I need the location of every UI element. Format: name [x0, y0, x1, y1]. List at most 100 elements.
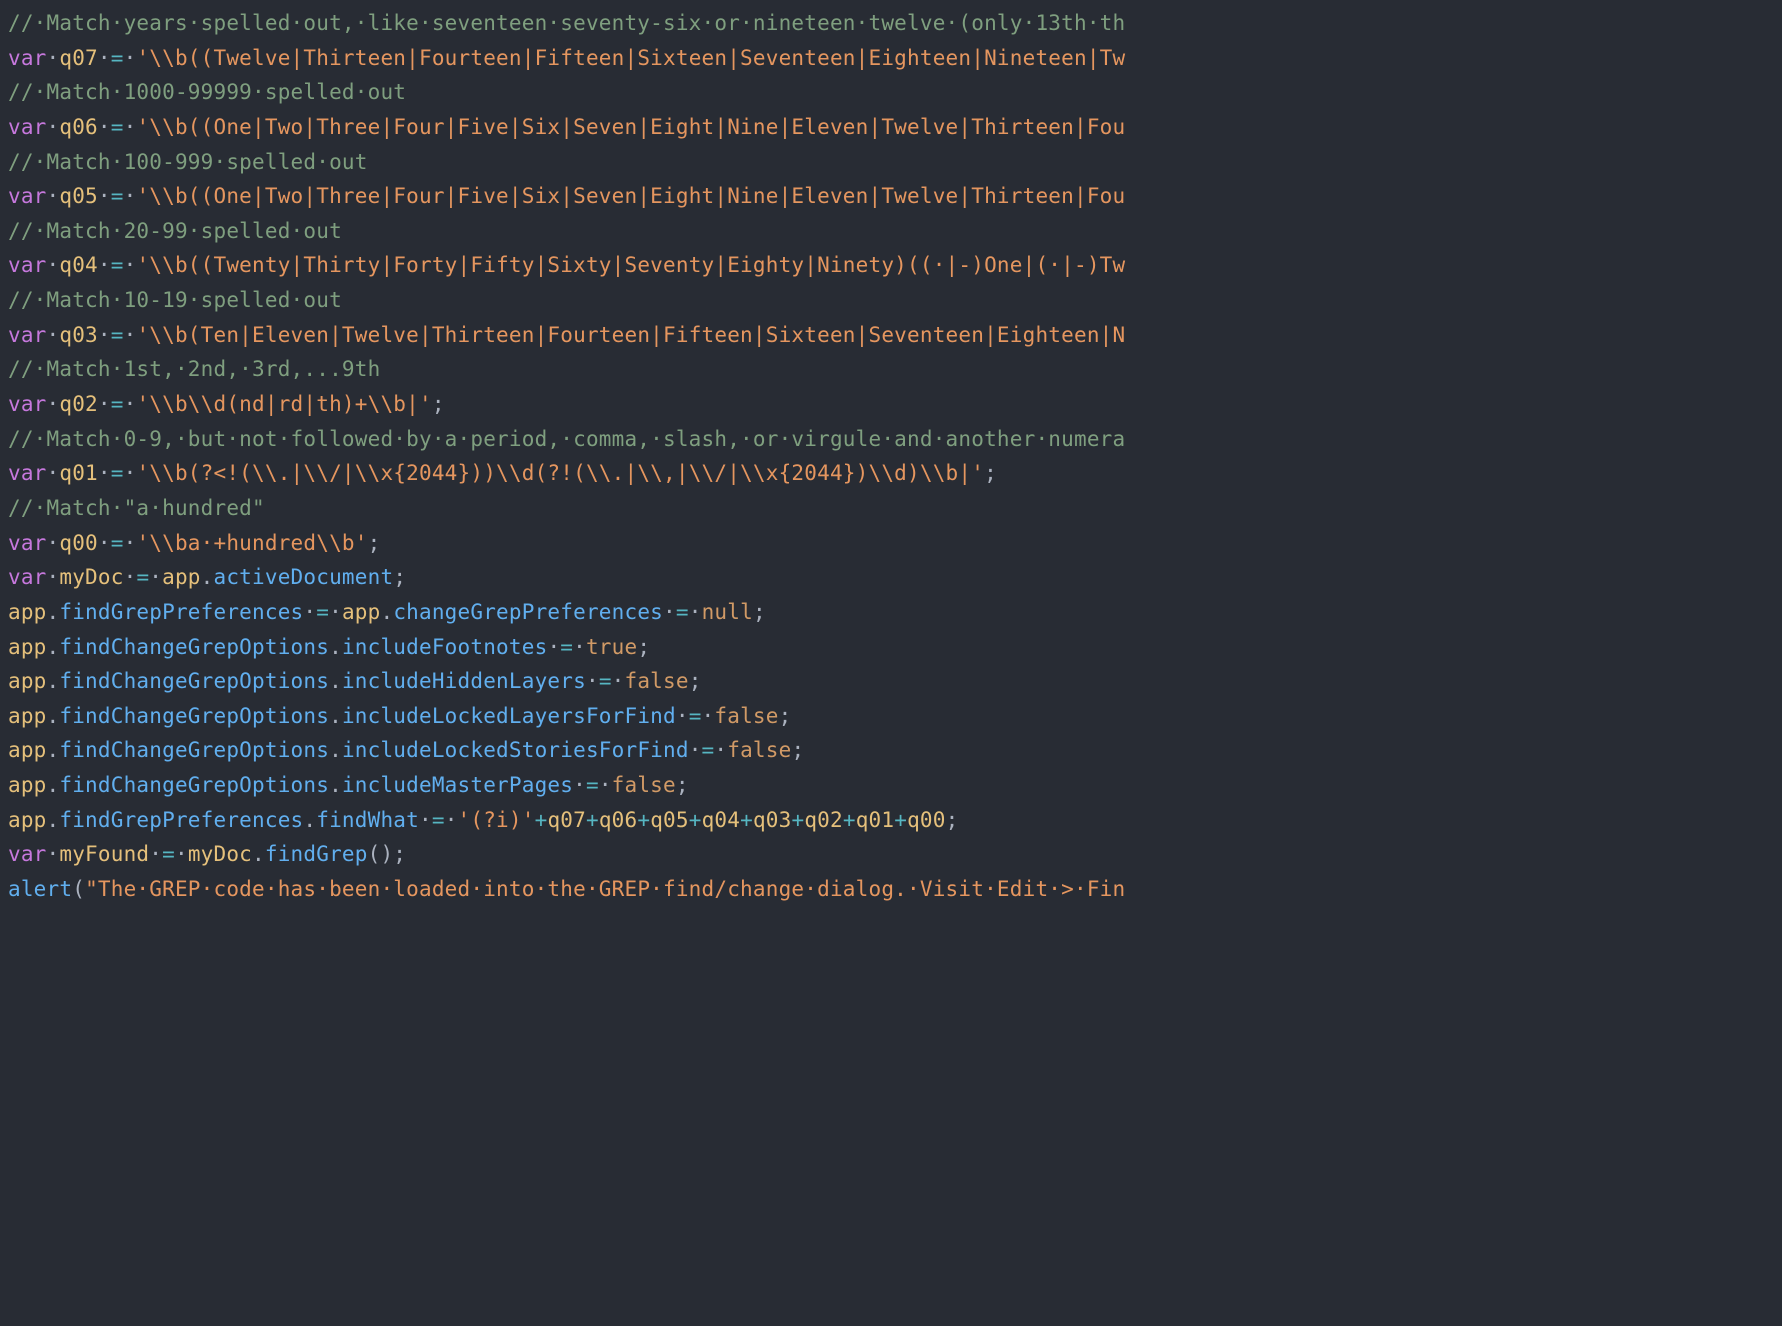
- code-token: ;: [689, 669, 702, 693]
- code-token: .: [329, 704, 342, 728]
- code-line[interactable]: //·Match·1st,·2nd,·3rd,...9th: [8, 352, 1774, 387]
- code-line[interactable]: //·Match·10-19·spelled·out: [8, 283, 1774, 318]
- code-token: ·: [47, 323, 60, 347]
- code-line[interactable]: var·q07·=·'\\b((Twelve|Thirteen|Fourteen…: [8, 41, 1774, 76]
- code-line[interactable]: var·myFound·=·myDoc.findGrep();: [8, 837, 1774, 872]
- code-token: q02: [804, 808, 843, 832]
- code-token: var: [8, 842, 47, 866]
- code-token: app: [162, 565, 201, 589]
- code-token: findGrepPreferences: [59, 808, 303, 832]
- code-token: .: [47, 808, 60, 832]
- code-token: //·Match·10-19·spelled·out: [8, 288, 342, 312]
- code-token: ·: [47, 46, 60, 70]
- code-line[interactable]: var·q04·=·'\\b((Twenty|Thirty|Forty|Fift…: [8, 248, 1774, 283]
- code-line[interactable]: var·q01·=·'\\b(?<!(\\.|\\/|\\x{2044}))\\…: [8, 456, 1774, 491]
- code-line[interactable]: //·Match·years·spelled·out,·like·sevente…: [8, 6, 1774, 41]
- code-token: =: [689, 704, 702, 728]
- code-token: var: [8, 323, 47, 347]
- code-token: q06: [59, 115, 98, 139]
- code-token: +: [740, 808, 753, 832]
- code-line[interactable]: app.findChangeGrepOptions.includeMasterP…: [8, 768, 1774, 803]
- code-token: '\\b(?<!(\\.|\\/|\\x{2044}))\\d(?!(\\.|\…: [136, 461, 984, 485]
- code-token: ·: [689, 738, 702, 762]
- code-token: '\\ba·+hundred\\b': [136, 531, 367, 555]
- code-token: +: [843, 808, 856, 832]
- code-token: +: [791, 808, 804, 832]
- code-token: ·: [47, 115, 60, 139]
- code-token: ·: [98, 461, 111, 485]
- code-line[interactable]: //·Match·20-99·spelled·out: [8, 214, 1774, 249]
- code-line[interactable]: app.findChangeGrepOptions.includeLockedS…: [8, 733, 1774, 768]
- code-token: ·: [124, 46, 137, 70]
- code-token: "The·GREP·code·has·been·loaded·into·the·…: [85, 877, 1125, 901]
- code-token: .: [329, 738, 342, 762]
- code-line[interactable]: var·q03·=·'\\b(Ten|Eleven|Twelve|Thirtee…: [8, 318, 1774, 353]
- code-token: ·: [149, 565, 162, 589]
- code-line[interactable]: app.findGrepPreferences.findWhat·=·'(?i)…: [8, 803, 1774, 838]
- code-line[interactable]: var·myDoc·=·app.activeDocument;: [8, 560, 1774, 595]
- code-token: var: [8, 565, 47, 589]
- code-token: q02: [59, 392, 98, 416]
- code-line[interactable]: app.findChangeGrepOptions.includeLockedL…: [8, 699, 1774, 734]
- code-token: includeLockedLayersForFind: [342, 704, 676, 728]
- code-token: ·: [47, 531, 60, 555]
- code-token: ·: [98, 253, 111, 277]
- code-line[interactable]: //·Match·0-9,·but·not·followed·by·a·peri…: [8, 422, 1774, 457]
- code-token: ·: [303, 600, 316, 624]
- code-token: =: [702, 738, 715, 762]
- code-token: =: [586, 773, 599, 797]
- code-token: ·: [98, 184, 111, 208]
- code-line[interactable]: app.findChangeGrepOptions.includeHiddenL…: [8, 664, 1774, 699]
- code-token: ;: [946, 808, 959, 832]
- code-line[interactable]: var·q05·=·'\\b((One|Two|Three|Four|Five|…: [8, 179, 1774, 214]
- code-token: ·: [124, 461, 137, 485]
- code-token: ·: [124, 392, 137, 416]
- code-token: ·: [124, 253, 137, 277]
- code-token: app: [342, 600, 381, 624]
- code-line[interactable]: //·Match·"a·hundred": [8, 491, 1774, 526]
- code-token: .: [329, 773, 342, 797]
- code-token: app: [8, 635, 47, 659]
- code-line[interactable]: var·q06·=·'\\b((One|Two|Three|Four|Five|…: [8, 110, 1774, 145]
- code-token: ·: [47, 392, 60, 416]
- code-token: findChangeGrepOptions: [59, 669, 329, 693]
- code-token: '\\b((One|Two|Three|Four|Five|Six|Seven|…: [136, 115, 1125, 139]
- code-line[interactable]: var·q00·=·'\\ba·+hundred\\b';: [8, 526, 1774, 561]
- code-token: ·: [47, 253, 60, 277]
- code-token: =: [111, 531, 124, 555]
- code-token: '\\b((One|Two|Three|Four|Five|Six|Seven|…: [136, 184, 1125, 208]
- code-line[interactable]: var·q02·=·'\\b\\d(nd|rd|th)+\\b|';: [8, 387, 1774, 422]
- code-token: +: [689, 808, 702, 832]
- code-token: includeHiddenLayers: [342, 669, 586, 693]
- code-token: =: [560, 635, 573, 659]
- code-token: '\\b\\d(nd|rd|th)+\\b|': [136, 392, 431, 416]
- code-line[interactable]: app.findChangeGrepOptions.includeFootnot…: [8, 630, 1774, 665]
- code-line[interactable]: alert("The·GREP·code·has·been·loaded·int…: [8, 872, 1774, 907]
- code-token: app: [8, 704, 47, 728]
- code-token: =: [111, 253, 124, 277]
- code-token: ·: [175, 842, 188, 866]
- code-token: ·: [586, 669, 599, 693]
- code-token: var: [8, 392, 47, 416]
- code-token: ·: [612, 669, 625, 693]
- code-token: q04: [59, 253, 98, 277]
- code-token: ·: [676, 704, 689, 728]
- code-token: =: [316, 600, 329, 624]
- code-line[interactable]: app.findGrepPreferences·=·app.changeGrep…: [8, 595, 1774, 630]
- code-line[interactable]: //·Match·100-999·spelled·out: [8, 145, 1774, 180]
- code-token: ·: [714, 738, 727, 762]
- code-token: ·: [47, 184, 60, 208]
- code-token: .: [329, 635, 342, 659]
- code-token: '\\b(Ten|Eleven|Twelve|Thirteen|Fourteen…: [136, 323, 1125, 347]
- code-token: ·: [663, 600, 676, 624]
- code-token: ·: [573, 773, 586, 797]
- code-token: .: [380, 600, 393, 624]
- code-token: app: [8, 773, 47, 797]
- code-line[interactable]: //·Match·1000-99999·spelled·out: [8, 75, 1774, 110]
- code-token: ·: [124, 184, 137, 208]
- code-token: ·: [124, 531, 137, 555]
- code-editor[interactable]: //·Match·years·spelled·out,·like·sevente…: [0, 0, 1782, 913]
- code-token: ·: [47, 461, 60, 485]
- code-token: false: [612, 773, 676, 797]
- code-token: ·: [329, 600, 342, 624]
